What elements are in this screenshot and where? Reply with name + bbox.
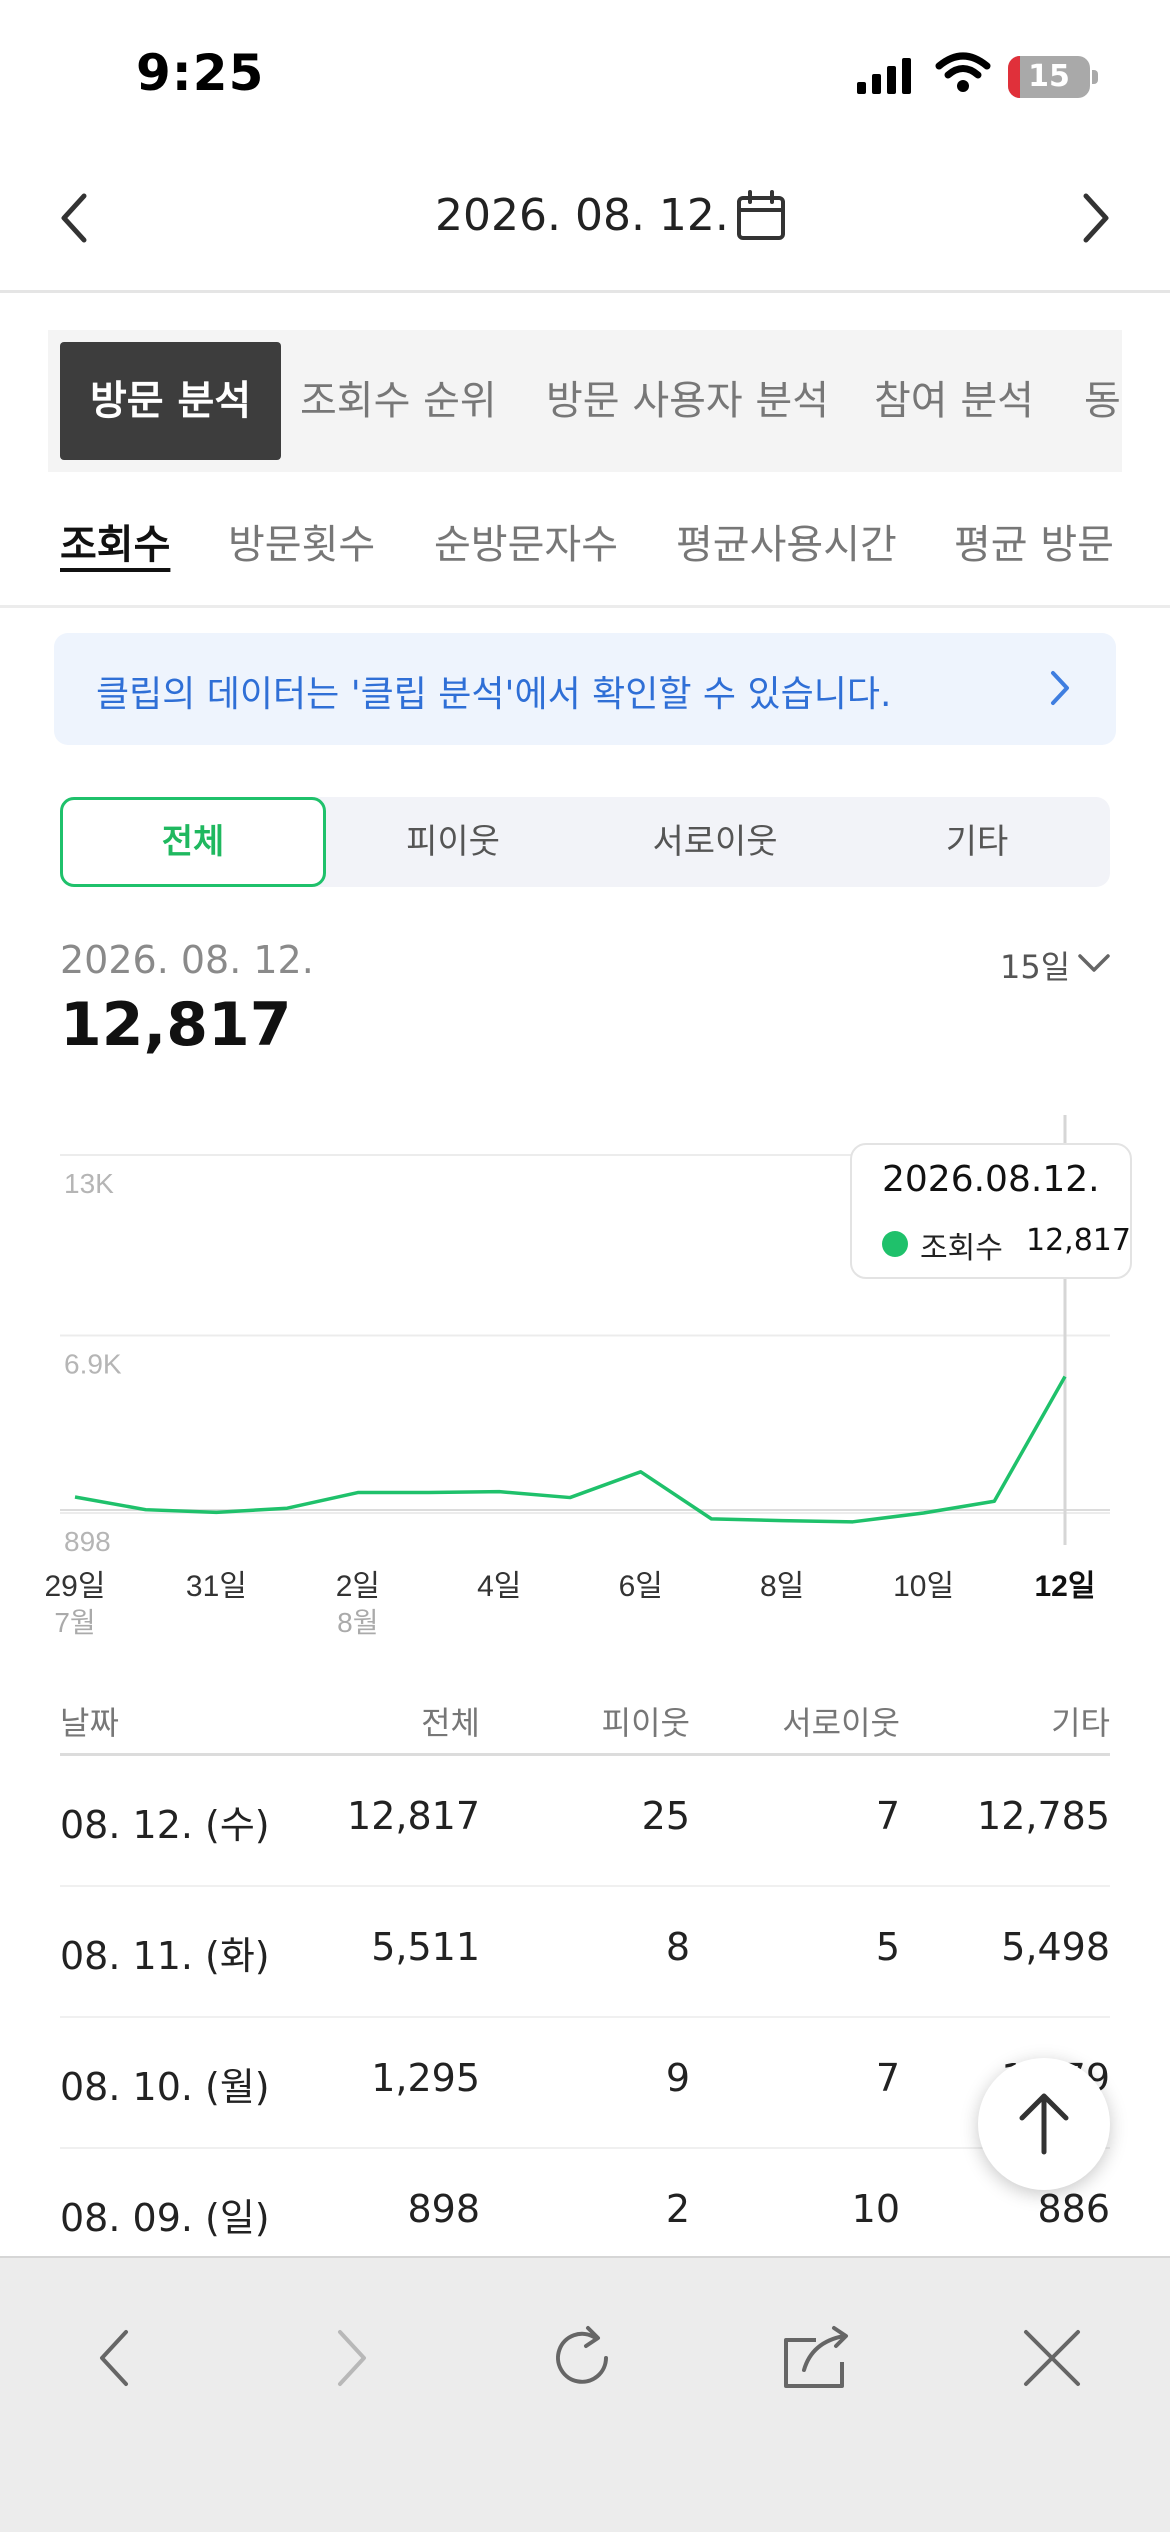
status-bar: 9:25 15 xyxy=(0,0,1170,150)
tooltip-value: 12,817 xyxy=(1026,1223,1131,1258)
cellular-signal-icon xyxy=(857,58,911,94)
cell-neighbor: 2 xyxy=(665,2187,690,2231)
x-tick-label: 8일 xyxy=(760,1570,804,1603)
x-tick-label: 31일 xyxy=(186,1570,247,1603)
next-date-icon[interactable] xyxy=(1070,188,1120,248)
chart-tooltip: 2026.08.12. 조회수 12,817 xyxy=(850,1143,1132,1279)
tab-visit-analysis[interactable]: 방문 분석 xyxy=(60,342,282,460)
tab-unique-visitors[interactable]: 순방문자수 xyxy=(434,512,618,570)
clip-analysis-banner[interactable]: 클립의 데이터는 '클립 분석'에서 확인할 수 있습니다. xyxy=(54,633,1116,745)
tab-view-ranking[interactable]: 조회수 순위 xyxy=(300,342,497,460)
tab-visit-count[interactable]: 방문횟수 xyxy=(228,512,375,570)
header-date-col: 날짜 xyxy=(60,1704,119,1742)
cell-total: 898 xyxy=(407,2187,480,2231)
summary-date: 2026. 08. 12. xyxy=(60,938,314,982)
x-tick-sublabel: 7월 xyxy=(54,1607,95,1638)
daily-views-table: 날짜 전체 피이웃 서로이웃 기타 08. 12. (수) 12,817 25 … xyxy=(60,1688,1110,2280)
x-tick-label: 6일 xyxy=(619,1570,663,1603)
header-total-col: 전체 xyxy=(421,1704,480,1742)
close-icon xyxy=(1024,2330,1080,2386)
y-tick-label: 6.9K xyxy=(64,1348,122,1379)
y-tick-label: 898 xyxy=(64,1526,111,1557)
chevron-down-icon[interactable] xyxy=(1076,948,1112,978)
cell-date: 08. 10. (월) xyxy=(60,2065,270,2109)
cell-date: 08. 12. (수) xyxy=(60,1803,270,1847)
main-tabs: 방문 분석 조회수 순위 방문 사용자 분석 참여 분석 동 xyxy=(48,330,1122,472)
previous-date-icon[interactable] xyxy=(50,188,100,248)
cell-mutual: 10 xyxy=(851,2187,900,2231)
browser-close-button[interactable] xyxy=(1012,2318,1092,2398)
header-date[interactable]: 2026. 08. 12. xyxy=(435,190,729,241)
metric-tabs: 조회수 방문횟수 순방문자수 평균사용시간 평균 방문 xyxy=(0,478,1170,608)
tab-engagement-analysis[interactable]: 참여 분석 xyxy=(874,342,1034,460)
share-icon xyxy=(784,2326,848,2388)
status-time: 9:25 xyxy=(136,44,265,102)
y-tick-label: 13K xyxy=(64,1168,114,1199)
table-header: 날짜 전체 피이웃 서로이웃 기타 xyxy=(60,1688,1110,1756)
summary-total: 12,817 xyxy=(60,990,292,1060)
browser-toolbar xyxy=(0,2256,1170,2532)
series-dot-icon xyxy=(882,1231,908,1257)
x-tick-label: 12일 xyxy=(1035,1570,1096,1603)
back-icon xyxy=(100,2330,128,2386)
x-tick-label: 2일 xyxy=(336,1570,380,1603)
forward-icon xyxy=(338,2330,366,2386)
banner-text: 클립의 데이터는 '클립 분석'에서 확인할 수 있습니다. xyxy=(96,674,892,715)
chevron-right-icon xyxy=(1051,671,1069,705)
cell-neighbor: 8 xyxy=(665,1925,690,1969)
browser-share-button[interactable] xyxy=(776,2318,856,2398)
cell-mutual: 7 xyxy=(875,1794,900,1838)
cell-total: 5,511 xyxy=(371,1925,480,1969)
scroll-to-top-button[interactable] xyxy=(978,2058,1110,2190)
cell-other: 5,498 xyxy=(1001,1925,1110,1969)
calendar-icon[interactable] xyxy=(733,188,789,244)
range-select[interactable]: 15일 xyxy=(1000,942,1070,988)
browser-reload-button[interactable] xyxy=(544,2318,624,2398)
cell-date: 08. 09. (일) xyxy=(60,2196,270,2240)
tab-visitor-analysis[interactable]: 방문 사용자 분석 xyxy=(546,342,829,460)
browser-forward-button[interactable] xyxy=(310,2318,390,2398)
tab-more[interactable]: 동 xyxy=(1084,342,1121,460)
filter-other[interactable]: 기타 xyxy=(846,797,1108,887)
cell-mutual: 7 xyxy=(875,2056,900,2100)
table-row: 08. 11. (화) 5,511 8 5 5,498 xyxy=(60,1887,1110,2018)
series-line-views xyxy=(74,1375,1067,1524)
x-tick-label: 10일 xyxy=(893,1570,954,1603)
battery-icon: 15 xyxy=(1008,56,1090,98)
tooltip-date: 2026.08.12. xyxy=(882,1159,1100,1200)
cell-date: 08. 11. (화) xyxy=(60,1934,270,1978)
tooltip-label: 조회수 xyxy=(920,1231,1003,1266)
cell-mutual: 5 xyxy=(875,1925,900,1969)
reload-icon xyxy=(556,2326,608,2384)
battery-percent: 15 xyxy=(1028,59,1070,94)
cell-total: 1,295 xyxy=(371,2056,480,2100)
x-tick-label: 4일 xyxy=(477,1570,521,1603)
cell-neighbor: 25 xyxy=(641,1794,690,1838)
cell-neighbor: 9 xyxy=(665,2056,690,2100)
wifi-icon xyxy=(935,52,991,92)
tab-avg-time[interactable]: 평균사용시간 xyxy=(676,512,897,570)
table-row: 08. 10. (월) 1,295 9 7 1,279 xyxy=(60,2018,1110,2149)
header-neighbor-col: 피이웃 xyxy=(601,1704,690,1742)
header-mutual-col: 서로이웃 xyxy=(782,1704,900,1742)
battery-cap xyxy=(1092,70,1098,84)
x-tick-label: 29일 xyxy=(45,1570,106,1603)
browser-back-button[interactable] xyxy=(76,2318,156,2398)
table-row: 08. 12. (수) 12,817 25 7 12,785 xyxy=(60,1756,1110,1887)
filter-mutual-neighbors[interactable]: 서로이웃 xyxy=(584,797,846,887)
x-tick-sublabel: 8월 xyxy=(337,1607,378,1638)
arrow-up-icon xyxy=(1019,2093,1069,2155)
cell-other: 886 xyxy=(1037,2187,1110,2231)
date-header: 2026. 08. 12. xyxy=(0,150,1170,293)
tab-views[interactable]: 조회수 xyxy=(60,512,170,570)
tab-avg-visit[interactable]: 평균 방문 xyxy=(954,512,1114,570)
filter-neighbors[interactable]: 피이웃 xyxy=(322,797,584,887)
audience-filter: 전체 피이웃 서로이웃 기타 xyxy=(60,797,1110,887)
cell-other: 12,785 xyxy=(977,1794,1110,1838)
cell-total: 12,817 xyxy=(347,1794,480,1838)
header-other-col: 기타 xyxy=(1051,1704,1110,1742)
filter-all[interactable]: 전체 xyxy=(60,797,326,887)
